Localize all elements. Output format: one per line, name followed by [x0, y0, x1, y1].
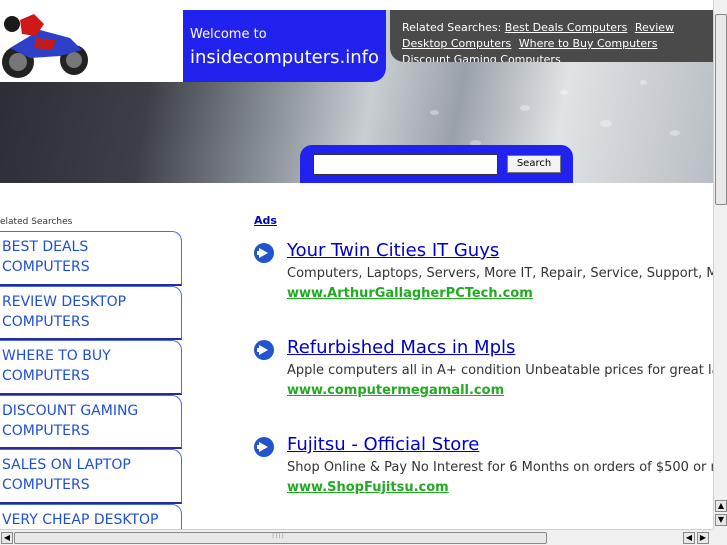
vertical-scroll-thumb[interactable] [715, 14, 727, 205]
sidebar-item-label: SALES ON LAPTOP [2, 457, 131, 473]
ad-url-link[interactable]: www.computermegamall.com [287, 383, 504, 398]
scroll-left-icon[interactable]: ◀ [683, 532, 695, 544]
sidebar-list: BEST DEALS COMPUTERS REVIEW DESKTOP COMP… [0, 231, 182, 545]
ad-description: Apple computers all in A+ condition Unbe… [287, 363, 727, 378]
ad-description: Computers, Laptops, Servers, More IT, Re… [287, 266, 718, 281]
search-input[interactable] [313, 154, 498, 175]
logo-motorcycle-image [0, 10, 183, 82]
ad-description: Shop Online & Pay No Interest for 6 Mont… [287, 460, 724, 475]
sidebar-item-review-desktop[interactable]: REVIEW DESKTOP COMPUTERS [0, 285, 182, 340]
ad-title-link[interactable]: Your Twin Cities IT Guys [287, 240, 499, 261]
related-link-best-deals[interactable]: Best Deals Computers [505, 21, 628, 34]
ad-title-link[interactable]: Fujitsu - Official Store [287, 434, 479, 455]
site-name: insidecomputers.info [190, 47, 379, 68]
search-button[interactable]: Search [507, 155, 561, 173]
sidebar-item-label: REVIEW DESKTOP [2, 293, 127, 310]
sidebar-item-label: DISCOUNT GAMING [2, 402, 139, 419]
scroll-right-icon[interactable]: ▶ [697, 532, 709, 544]
ad-title-link[interactable]: Refurbished Macs in Mpls [287, 337, 515, 358]
sidebar-item-where-to-buy[interactable]: WHERE TO BUY COMPUTERS [0, 340, 182, 395]
horizontal-scrollbar[interactable]: ◀ ⁞⁞⁞⁞ ◀ ▶ [0, 529, 713, 545]
sidebar-item-label: VERY CHEAP DESKTOP [2, 511, 159, 528]
sidebar-item-label: COMPUTERS [2, 313, 90, 330]
sidebar-item-label: COMPUTERS [2, 477, 90, 493]
search-panel: Search [300, 145, 573, 183]
scroll-down-icon[interactable]: ▼ [715, 514, 727, 526]
arrow-circle-icon[interactable] [254, 243, 274, 263]
ad-url-link[interactable]: www.ShopFujitsu.com [287, 480, 449, 495]
motorcycle-icon [0, 10, 183, 82]
arrow-circle-icon[interactable] [254, 437, 274, 457]
sidebar-item-best-deals[interactable]: BEST DEALS COMPUTERS [0, 231, 182, 286]
scroll-up-icon[interactable]: ▲ [715, 500, 727, 512]
sidebar-item-sales-laptop[interactable]: SALES ON LAPTOP COMPUTERS [0, 449, 182, 504]
related-link-where-to-buy[interactable]: Where to Buy Computers [519, 37, 658, 50]
arrow-circle-icon[interactable] [254, 340, 274, 360]
vertical-scrollbar[interactable]: ▲ ▼ [713, 0, 727, 529]
sidebar-item-label: COMPUTERS [2, 422, 90, 439]
ads-label-link[interactable]: Ads [254, 214, 277, 227]
site-header: Welcome to insidecomputers.info Related … [0, 0, 713, 183]
welcome-panel: Welcome to insidecomputers.info [183, 10, 386, 82]
sidebar-item-label: COMPUTERS [2, 368, 90, 384]
related-searches-bar: Related Searches: Best Deals Computers R… [390, 10, 713, 62]
ad-url-link[interactable]: www.ArthurGallagherPCTech.com [287, 286, 533, 301]
related-link-discount-gaming[interactable]: Discount Gaming Computers [402, 53, 561, 62]
sidebar-item-discount-gaming[interactable]: DISCOUNT GAMING COMPUTERS [0, 394, 182, 449]
scroll-grip-icon: ⁞⁞⁞⁞ [272, 532, 285, 540]
sidebar-heading: elated Searches [0, 217, 73, 227]
sidebar-item-label: COMPUTERS [2, 259, 90, 275]
scrollbar-corner [713, 529, 727, 545]
welcome-text: Welcome to [190, 27, 267, 42]
scroll-left-icon[interactable]: ◀ [1, 532, 13, 544]
related-searches-label: Related Searches: [402, 21, 502, 34]
sidebar-item-label: BEST DEALS [2, 239, 89, 255]
sidebar-item-label: WHERE TO BUY [2, 348, 111, 364]
